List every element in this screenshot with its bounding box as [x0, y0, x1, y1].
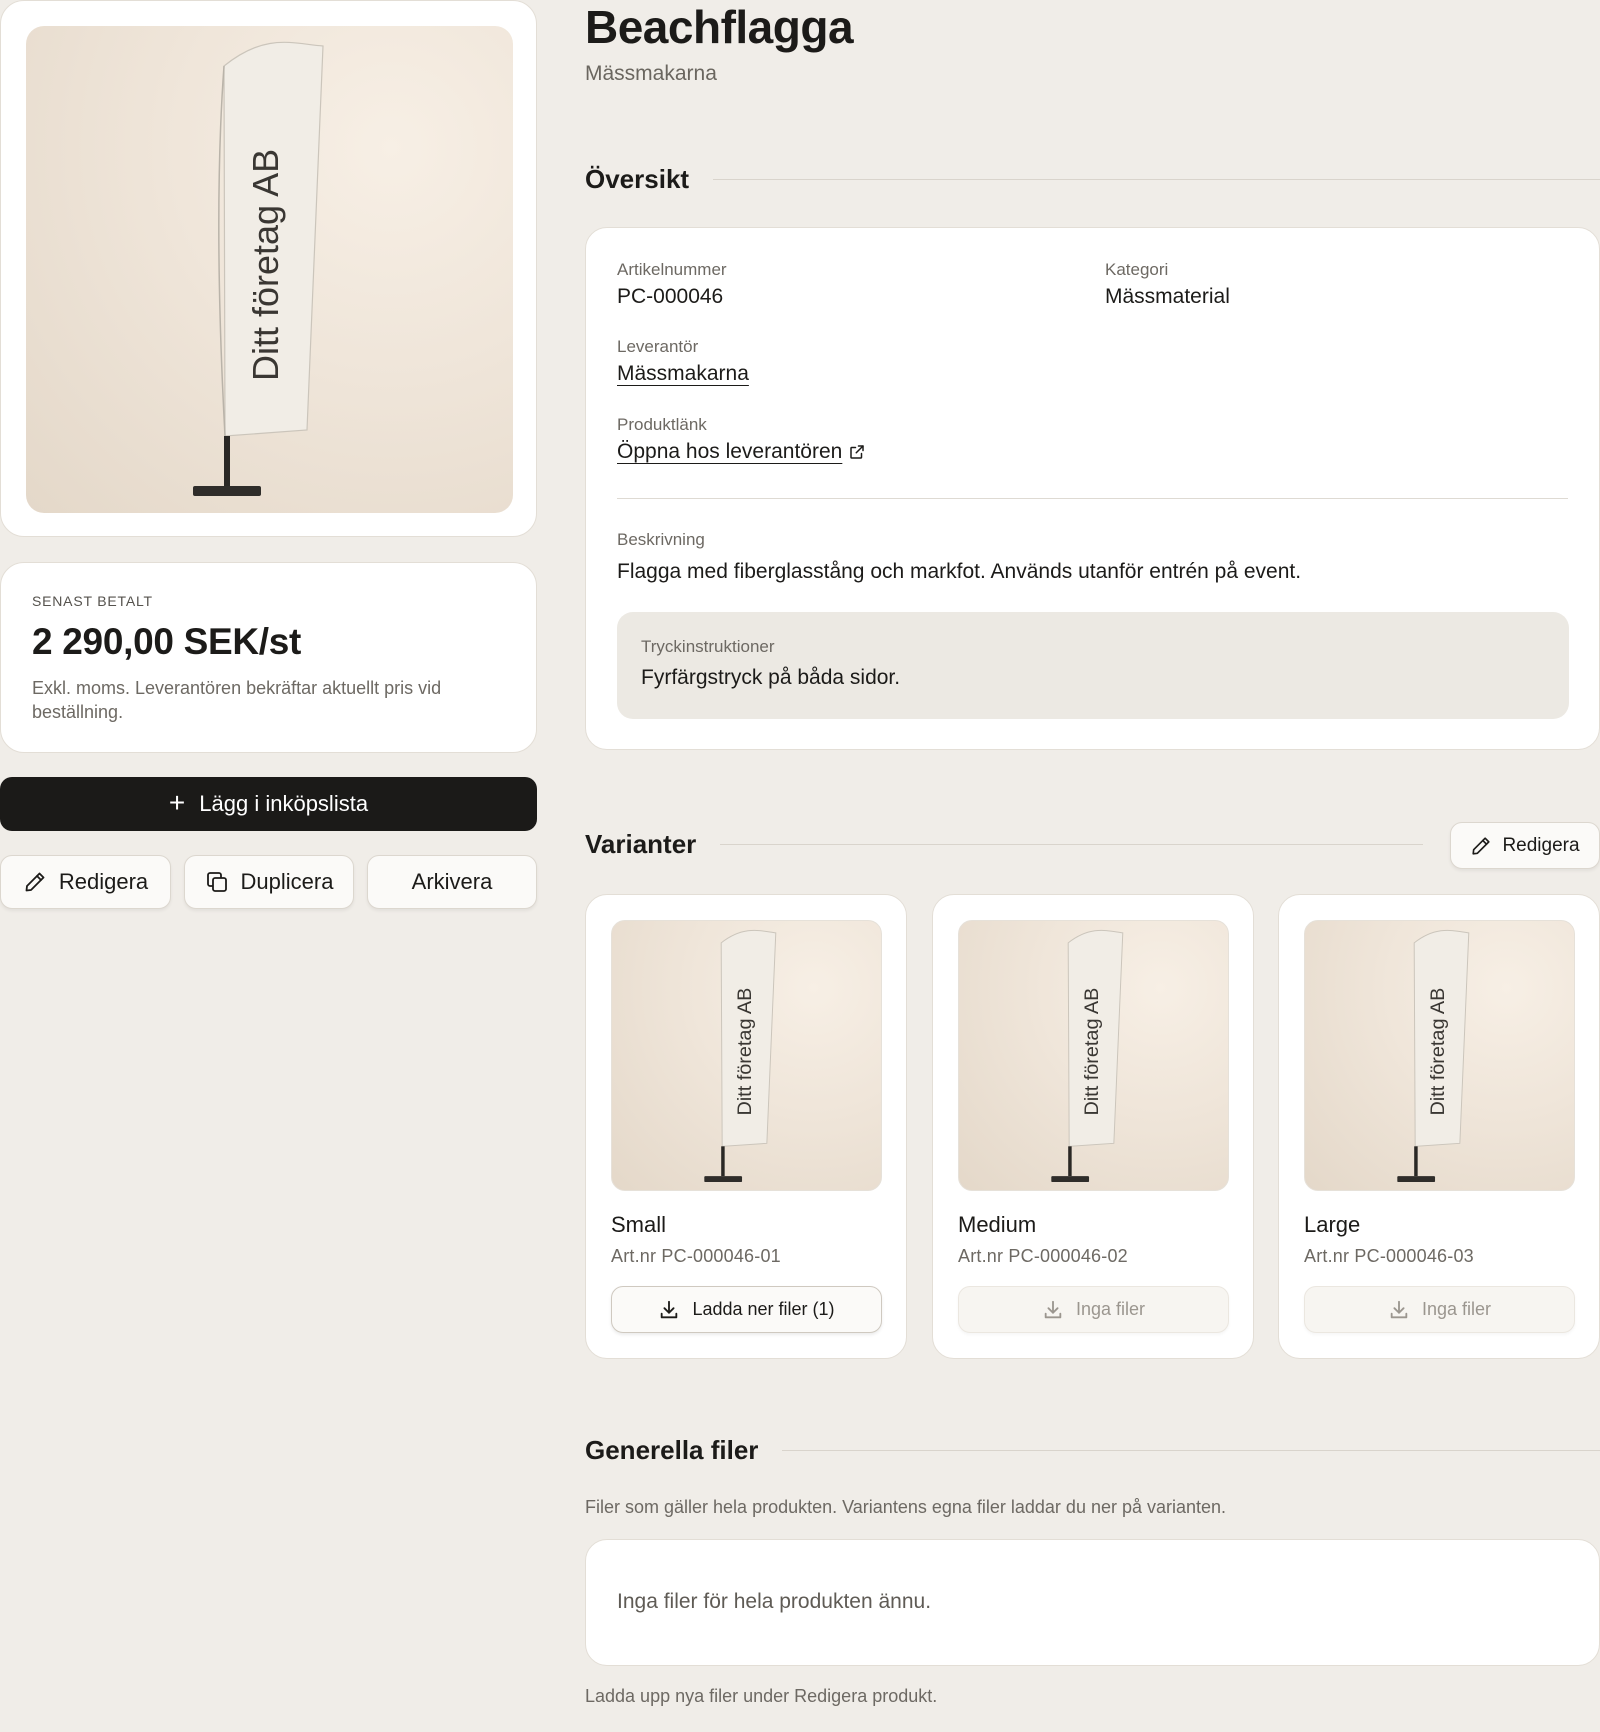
- edit-button[interactable]: Redigera: [0, 855, 171, 909]
- beach-flag-illustration: Ditt företag AB: [704, 929, 777, 1183]
- product-image-card: Ditt företag AB: [0, 0, 537, 537]
- overview-card: Artikelnummer PC-000046 Kategori Mässmat…: [585, 227, 1600, 750]
- description-value: Flagga med fiberglasstång och markfot. A…: [617, 560, 1302, 583]
- flag-print-text: Ditt företag AB: [734, 988, 756, 1116]
- variant-name: Large: [1304, 1212, 1361, 1237]
- print-instructions-box: Tryckinstruktioner Fyrfärgstryck på båda…: [617, 612, 1569, 719]
- general-files-heading: Generella filer: [585, 1435, 759, 1465]
- category-label: Kategori: [1105, 260, 1169, 279]
- variant-card-medium[interactable]: Ditt företag AB Medium Art.nr PC-000046-…: [932, 894, 1254, 1359]
- plus-icon: +: [168, 786, 186, 818]
- edit-variants-label: Redigera: [1502, 834, 1580, 856]
- beach-flag-illustration: Ditt företag AB: [1397, 929, 1470, 1183]
- open-supplier-link[interactable]: Öppna hos leverantören: [617, 440, 866, 464]
- price-card: SENAST BETALT 2 290,00 SEK/st Exkl. moms…: [0, 562, 537, 753]
- flag-print-text: Ditt företag AB: [1081, 988, 1103, 1116]
- edit-label: Redigera: [58, 869, 149, 894]
- download-icon: [661, 1300, 678, 1318]
- product-page: Ditt företag AB SENAST BETALT 2 290,00 S…: [0, 0, 1600, 1732]
- no-files-label: Inga filer: [1421, 1299, 1492, 1319]
- product-supplier-subtitle: Mässmakarna: [585, 62, 717, 85]
- beach-flag-illustration: Ditt företag AB: [193, 41, 324, 496]
- price-eyebrow: SENAST BETALT: [32, 593, 153, 609]
- no-files-button: Inga filer: [1304, 1286, 1575, 1333]
- archive-button[interactable]: Arkivera: [367, 855, 537, 909]
- general-files-hint: Ladda upp nya filer under Redigera produ…: [585, 1686, 938, 1706]
- print-instructions-label: Tryckinstruktioner: [641, 637, 775, 656]
- overview-divider: [617, 498, 1568, 499]
- variant-card-small[interactable]: Ditt företag AB Small Art.nr PC-000046-0…: [585, 894, 907, 1359]
- general-files-card: Inga filer för hela produkten ännu.: [585, 1539, 1600, 1666]
- no-files-button: Inga filer: [958, 1286, 1229, 1333]
- product-link-label: Produktlänk: [617, 415, 707, 434]
- overview-heading: Översikt: [585, 164, 690, 194]
- external-link-icon: [850, 445, 865, 459]
- variant-article-number: Art.nr PC-000046-02: [958, 1246, 1128, 1266]
- add-to-purchase-list-button[interactable]: + Lägg i inköpslista: [0, 777, 537, 831]
- no-files-label: Inga filer: [1075, 1299, 1146, 1319]
- overview-section-header: Översikt: [585, 164, 1600, 195]
- section-divider: [713, 179, 1600, 180]
- download-files-button[interactable]: Ladda ner filer (1): [611, 1286, 882, 1333]
- article-number-value: PC-000046: [617, 285, 724, 308]
- general-files-description: Filer som gäller hela produkten. Variant…: [585, 1497, 1227, 1517]
- product-title: Beachflagga: [585, 1, 854, 53]
- add-to-purchase-list-label: Lägg i inköpslista: [199, 791, 369, 816]
- supplier-link[interactable]: Mässmakarna: [617, 362, 749, 386]
- download-icon: [1044, 1300, 1062, 1318]
- variants-section-header: Varianter: [585, 829, 1424, 860]
- variant-name: Medium: [958, 1212, 1037, 1237]
- flag-print-text: Ditt företag AB: [1427, 988, 1449, 1116]
- variant-name: Small: [611, 1212, 667, 1237]
- open-supplier-link-label: Öppna hos leverantören: [617, 440, 843, 463]
- section-divider: [782, 1450, 1600, 1451]
- section-divider: [720, 844, 1424, 845]
- variant-image: Ditt företag AB: [1304, 920, 1575, 1191]
- category-value: Mässmaterial: [1105, 285, 1230, 308]
- download-files-label: Ladda ner filer (1): [692, 1299, 835, 1319]
- copy-icon: [206, 872, 227, 892]
- description-label: Beskrivning: [617, 530, 705, 549]
- beach-flag-illustration: Ditt företag AB: [1051, 929, 1124, 1183]
- download-icon: [1390, 1300, 1408, 1318]
- archive-label: Arkivera: [411, 869, 493, 894]
- flag-print-text: Ditt företag AB: [245, 149, 286, 381]
- variant-card-large[interactable]: Ditt företag AB Large Art.nr PC-000046-0…: [1278, 894, 1600, 1359]
- supplier-label: Leverantör: [617, 337, 699, 356]
- variant-article-number: Art.nr PC-000046-01: [611, 1246, 781, 1266]
- price-note: Exkl. moms. Leverantören bekräftar aktue…: [32, 678, 442, 722]
- print-instructions-value: Fyrfärgstryck på båda sidor.: [641, 666, 901, 689]
- variant-article-number: Art.nr PC-000046-03: [1304, 1246, 1474, 1266]
- edit-variants-button[interactable]: Redigera: [1450, 822, 1600, 869]
- general-files-section-header: Generella filer: [585, 1435, 1600, 1466]
- product-image[interactable]: Ditt företag AB: [26, 26, 513, 513]
- duplicate-label: Duplicera: [240, 869, 334, 894]
- price-value: 2 290,00 SEK/st: [32, 621, 302, 662]
- general-files-empty-state: Inga filer för hela produkten ännu.: [617, 1590, 932, 1613]
- article-number-label: Artikelnummer: [617, 260, 727, 279]
- variant-image: Ditt företag AB: [611, 920, 882, 1191]
- variants-heading: Varianter: [585, 829, 697, 859]
- pencil-icon: [1472, 836, 1491, 855]
- duplicate-button[interactable]: Duplicera: [184, 855, 354, 909]
- pencil-icon: [25, 872, 45, 892]
- variant-image: Ditt företag AB: [958, 920, 1229, 1191]
